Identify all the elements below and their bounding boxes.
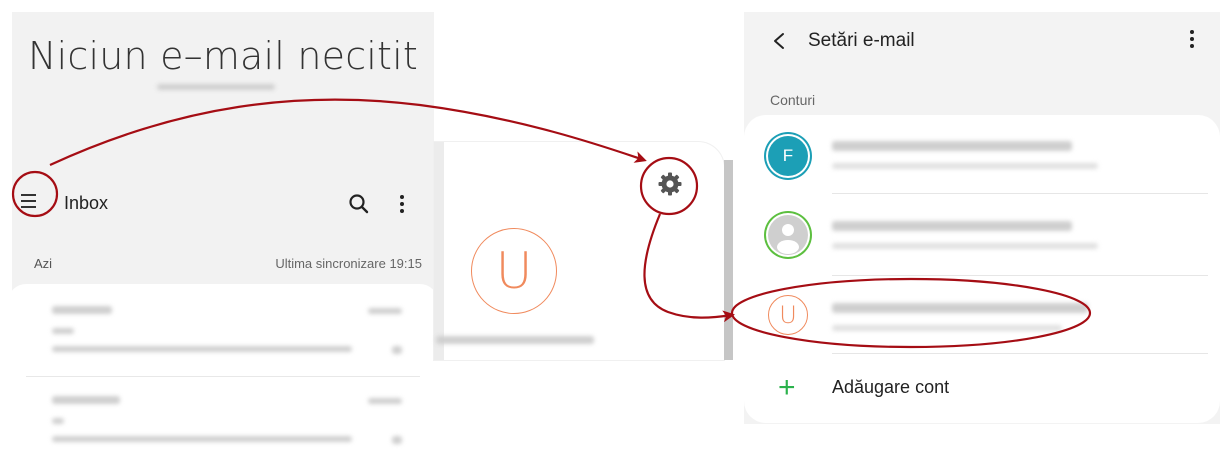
search-icon[interactable] [348, 193, 370, 215]
email-settings-screen: Setări e-mail Conturi F U + Adăugare con… [744, 12, 1220, 424]
drawer-edge-shadow [434, 142, 444, 360]
divider [26, 376, 420, 377]
more-vert-icon[interactable] [1182, 28, 1202, 52]
list-item[interactable] [12, 284, 434, 374]
unread-status-title: Niciun e–mail necitit [27, 34, 419, 78]
account-row[interactable]: F [744, 115, 1220, 191]
inbox-screen: Niciun e–mail necitit Inbox Azi Ultima s… [12, 12, 434, 457]
list-item[interactable] [12, 378, 434, 457]
folder-title: Inbox [64, 193, 109, 213]
add-account-label: Adăugare cont [832, 377, 950, 397]
drawer-email-redacted [436, 336, 594, 344]
accounts-card: F U + Adăugare cont [744, 115, 1220, 423]
account-avatar: F [768, 136, 808, 176]
drawer-scrim [724, 160, 733, 360]
plus-icon: + [778, 371, 796, 404]
date-group-label: Azi [34, 256, 53, 271]
divider [832, 275, 1208, 276]
account-email-redacted [157, 84, 275, 90]
person-icon [768, 215, 808, 255]
mail-list [12, 284, 434, 457]
add-account-button[interactable]: + Adăugare cont [744, 353, 1220, 423]
menu-icon[interactable] [21, 194, 41, 210]
divider [832, 193, 1208, 194]
back-icon[interactable] [772, 32, 786, 50]
account-row[interactable] [744, 195, 1220, 271]
drawer-avatar[interactable]: U [471, 228, 557, 314]
account-row[interactable]: U [744, 277, 1220, 353]
gear-icon[interactable] [656, 170, 684, 198]
page-title: Setări e-mail [808, 30, 915, 51]
accounts-section-label: Conturi [770, 92, 816, 108]
more-vert-icon[interactable] [392, 192, 412, 216]
inbox-toolbar: Inbox [12, 180, 434, 228]
sync-status: Ultima sincronizare 19:15 [275, 256, 422, 271]
account-avatar: U [768, 295, 808, 335]
